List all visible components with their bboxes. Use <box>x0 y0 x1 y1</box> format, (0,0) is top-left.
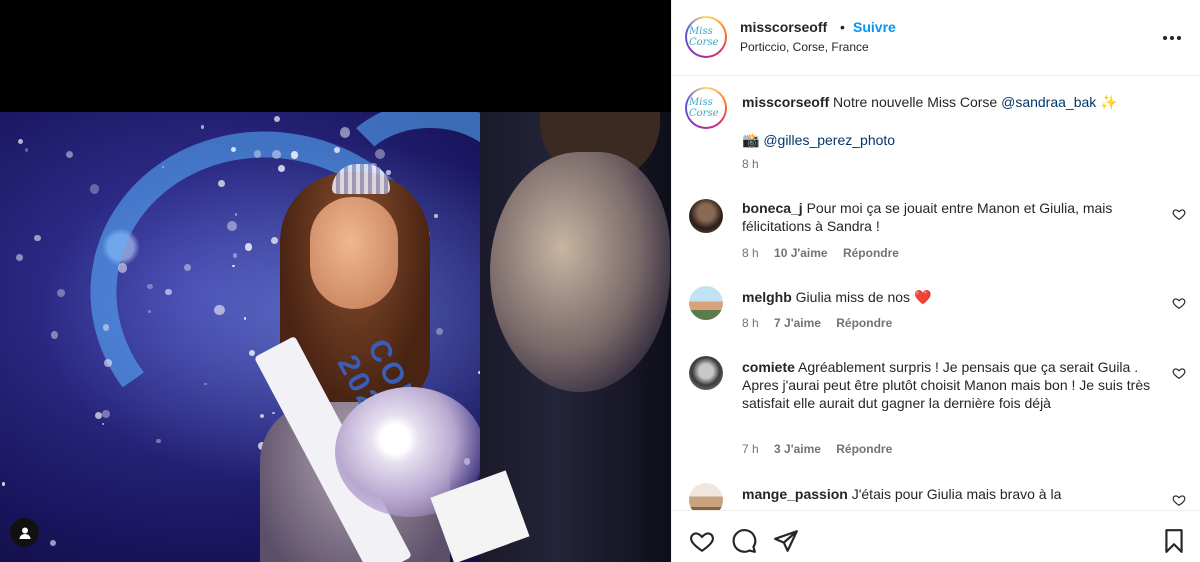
reply-button[interactable]: Répondre <box>836 316 892 330</box>
heart-outline-icon[interactable] <box>1172 296 1186 310</box>
sparkle <box>49 540 56 546</box>
sparkle <box>232 264 235 268</box>
caption-message: Notre nouvelle Miss Corse <box>833 94 1002 110</box>
more-horizontal-icon[interactable] <box>1160 26 1184 50</box>
user-tag-icon[interactable] <box>10 518 39 547</box>
red-heart-emoji: ❤️ <box>913 289 932 305</box>
camera-emoji: 📸 <box>742 132 760 148</box>
tiara <box>332 164 390 194</box>
sparkle <box>101 409 110 418</box>
sparkle <box>232 253 238 258</box>
comment-text: comiete Agréablement surpris ! Je pensai… <box>742 358 1152 412</box>
instagram-post-modal: CORSE 2023 Miss Corse misscorseoff • Sui… <box>0 0 1200 562</box>
caption-avatar-logo: Miss Corse <box>687 89 725 127</box>
credit-mention[interactable]: @gilles_perez_photo <box>763 132 895 148</box>
comment-likes[interactable]: 3 J'aime <box>774 442 821 456</box>
post-photo[interactable]: CORSE 2023 <box>0 112 671 562</box>
comment-time[interactable]: 8 h <box>742 246 759 260</box>
comment-username[interactable]: melghb <box>742 289 792 305</box>
sparkle <box>101 423 105 426</box>
comment-meta: 8 h 7 J'aime Répondre <box>742 316 904 330</box>
caption-meta: 8 h <box>742 157 771 171</box>
sparkle <box>56 289 65 298</box>
caption-username[interactable]: misscorseoff <box>742 94 829 110</box>
reply-button[interactable]: Répondre <box>836 442 892 456</box>
sparkle <box>50 331 59 340</box>
sparkle <box>94 411 102 420</box>
sparkle <box>90 184 100 194</box>
comment-username[interactable]: boneca_j <box>742 200 803 216</box>
comment-avatar[interactable] <box>689 483 723 510</box>
sparkle <box>34 235 41 242</box>
heart-outline-icon[interactable] <box>1172 207 1186 221</box>
paper-plane-icon[interactable] <box>772 527 800 555</box>
sparkle <box>184 263 191 271</box>
caption-time[interactable]: 8 h <box>742 157 759 171</box>
heart-outline-icon[interactable] <box>1172 493 1186 507</box>
post-details-panel: Miss Corse misscorseoff • Suivre Porticc… <box>671 0 1200 562</box>
comment-bubble-icon[interactable] <box>730 527 758 555</box>
header-separator: • <box>840 19 845 35</box>
post-actions-bar <box>672 510 1200 562</box>
comments-list[interactable]: Miss Corse misscorseoff Notre nouvelle M… <box>672 77 1200 510</box>
caption-mention[interactable]: @sandraa_bak <box>1001 94 1096 110</box>
comment-likes[interactable]: 7 J'aime <box>774 316 821 330</box>
sparkle <box>273 115 280 122</box>
heart-outline-icon[interactable] <box>688 527 716 555</box>
sparkle <box>161 165 165 168</box>
follow-button[interactable]: Suivre <box>853 19 896 35</box>
comment-text: melghb Giulia miss de nos ❤️ <box>742 288 1152 306</box>
post-media-panel: CORSE 2023 <box>0 0 671 562</box>
comment-text: mange_passion J'étais pour Giulia mais b… <box>742 485 1152 503</box>
post-header: Miss Corse misscorseoff • Suivre Porticc… <box>672 0 1200 76</box>
sparkles-emoji: ✨ <box>1100 94 1118 110</box>
comment-time[interactable]: 7 h <box>742 442 759 456</box>
comment-message: J'étais pour Giulia mais bravo à la <box>851 486 1062 502</box>
comment-text: boneca_j Pour moi ça se jouait entre Man… <box>742 199 1152 235</box>
sparkle <box>104 358 113 367</box>
comment-message: Agréablement surpris ! Je pensais que ça… <box>742 359 1151 411</box>
comment-time[interactable]: 8 h <box>742 316 759 330</box>
sparkle <box>24 147 29 152</box>
bookmark-icon[interactable] <box>1160 527 1188 555</box>
sparkle <box>156 438 161 444</box>
comment-avatar[interactable] <box>689 356 723 390</box>
caption-author-avatar[interactable]: Miss Corse <box>685 87 727 129</box>
heart-outline-icon[interactable] <box>1172 366 1186 380</box>
sparkle <box>1 482 6 486</box>
comment-avatar[interactable] <box>689 199 723 233</box>
sparkle <box>15 254 23 262</box>
sparkle <box>65 150 74 159</box>
sparkle <box>204 382 207 385</box>
presenter-bouquet <box>490 152 670 392</box>
post-location[interactable]: Porticcio, Corse, France <box>740 40 869 54</box>
author-avatar[interactable]: Miss Corse <box>685 16 727 58</box>
comment-meta: 8 h 10 J'aime Répondre <box>742 246 911 260</box>
sparkle <box>339 127 351 139</box>
comment-avatar[interactable] <box>689 286 723 320</box>
comment-username[interactable]: comiete <box>742 359 795 375</box>
comment-username[interactable]: mange_passion <box>742 486 848 502</box>
sparkle <box>200 124 205 129</box>
winner-face <box>310 197 398 309</box>
sparkle <box>18 138 24 144</box>
sparkle <box>147 283 153 290</box>
comment-likes[interactable]: 10 J'aime <box>774 246 828 260</box>
comment-meta: 7 h 3 J'aime Répondre <box>742 442 904 456</box>
sparkle <box>218 179 225 187</box>
author-avatar-logo: Miss Corse <box>687 18 725 56</box>
sparkle <box>165 288 172 296</box>
photo-credit: 📸 @gilles_perez_photo <box>742 131 1152 149</box>
author-username[interactable]: misscorseoff <box>740 19 827 35</box>
sparkle <box>117 263 128 273</box>
caption-text: misscorseoff Notre nouvelle Miss Corse @… <box>742 93 1152 111</box>
reply-button[interactable]: Répondre <box>843 246 899 260</box>
comment-message: Giulia miss de nos <box>795 289 911 305</box>
